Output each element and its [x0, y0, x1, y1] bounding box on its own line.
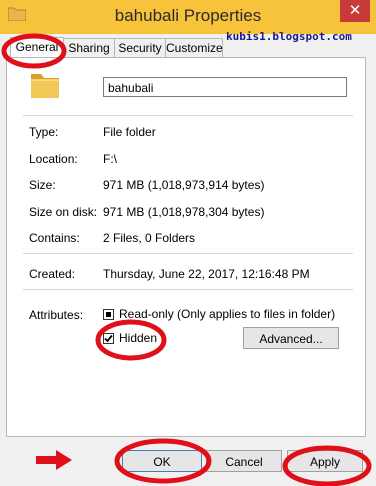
divider — [23, 289, 353, 290]
created-value: Thursday, June 22, 2017, 12:16:48 PM — [103, 267, 310, 281]
arrow-right-icon — [36, 450, 72, 470]
contains-label: Contains: — [29, 231, 80, 245]
readonly-label: Read-only (Only applies to files in fold… — [119, 307, 336, 321]
indeterminate-mark — [106, 312, 111, 317]
divider — [23, 253, 353, 254]
checkmark-icon — [104, 334, 113, 343]
size-value: 971 MB (1,018,973,914 bytes) — [103, 178, 265, 192]
location-value: F:\ — [103, 152, 117, 166]
title-bar[interactable]: bahubali Properties ✕ — [0, 0, 376, 34]
tab-security[interactable]: Security — [114, 38, 166, 58]
location-label: Location: — [29, 152, 78, 166]
cancel-button[interactable]: Cancel — [206, 450, 282, 472]
window-title: bahubali Properties — [114, 6, 262, 25]
type-value: File folder — [103, 125, 156, 139]
folder-icon — [31, 74, 59, 98]
size-on-disk-label: Size on disk: — [29, 205, 98, 219]
size-label: Size: — [29, 178, 56, 192]
readonly-checkbox[interactable] — [103, 309, 114, 320]
divider — [23, 115, 353, 116]
ok-button[interactable]: OK — [122, 450, 202, 472]
close-button[interactable]: ✕ — [340, 0, 370, 22]
general-tab-panel: bahubali Type: File folder Location: F:\… — [6, 57, 366, 437]
tab-sharing[interactable]: Sharing — [63, 38, 115, 58]
properties-dialog: bahubali Properties ✕ kubis1.blogspot.co… — [0, 0, 376, 486]
hidden-checkbox[interactable] — [103, 333, 114, 344]
advanced-button[interactable]: Advanced... — [243, 327, 339, 349]
hidden-label: Hidden — [119, 331, 158, 345]
close-icon: ✕ — [348, 2, 362, 19]
size-on-disk-value: 971 MB (1,018,978,304 bytes) — [103, 205, 265, 219]
contains-value: 2 Files, 0 Folders — [103, 231, 196, 245]
type-label: Type: — [29, 125, 59, 139]
tab-general[interactable]: General — [10, 37, 64, 58]
folder-name-field[interactable]: bahubali — [103, 77, 347, 97]
tab-customize[interactable]: Customize — [165, 38, 223, 58]
created-label: Created: — [29, 267, 76, 281]
apply-button[interactable]: Apply — [287, 450, 363, 472]
watermark-text: kubis1.blogspot.com — [226, 30, 352, 43]
attributes-label: Attributes: — [29, 308, 84, 322]
